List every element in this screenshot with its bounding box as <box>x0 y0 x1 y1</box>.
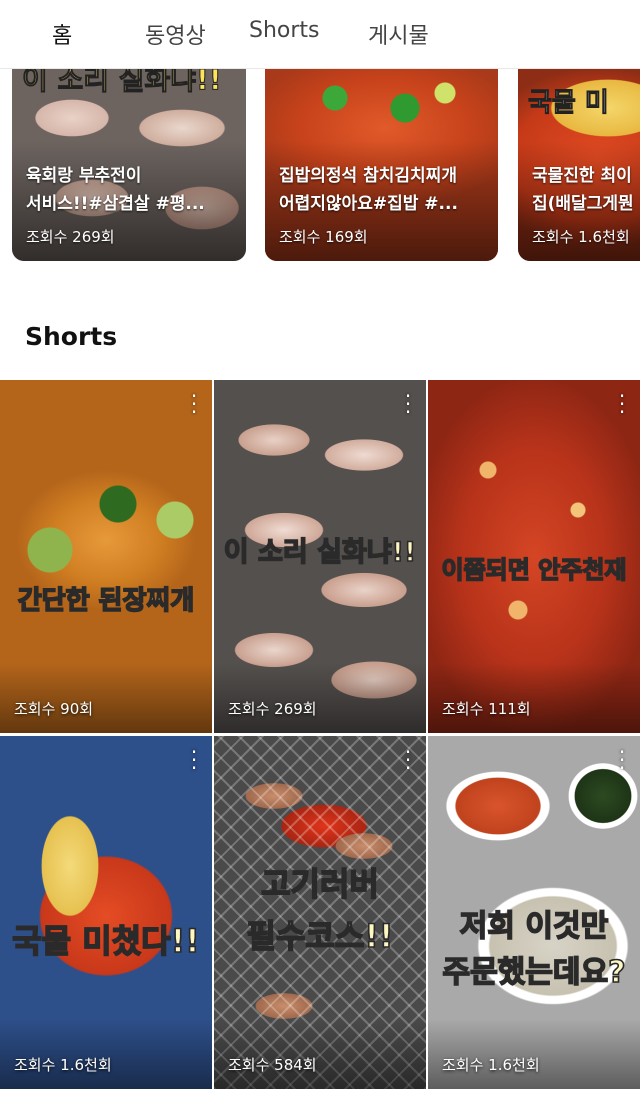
video-title: 국물진한 최이 집(배달그게뭔 <box>532 166 634 214</box>
short-card[interactable]: 간단한 된장찌개 · · · 조회수 90회 <box>0 380 212 733</box>
short-caption: 국물 미쳤다!! <box>11 921 200 961</box>
tab-posts[interactable]: 게시물 <box>368 18 429 50</box>
short-card[interactable]: 국물 미쳤다!! · · · 조회수 1.6천회 <box>0 736 212 1089</box>
tab-shorts[interactable]: Shorts <box>249 18 320 43</box>
video-view-count: 조회수 1.6천회 <box>532 228 630 246</box>
short-caption: 저희 이것만 주문했는데요? <box>442 908 627 991</box>
more-vertical-icon[interactable]: · · · <box>182 742 206 778</box>
tab-home[interactable]: 홈 <box>52 18 72 50</box>
video-title: 육회랑 부추전이 서비스!!#삼겹살 #평... <box>26 166 205 214</box>
more-vertical-icon[interactable]: · · · <box>610 386 634 422</box>
short-card[interactable]: 고기러버 필수코스!! · · · 조회수 584회 <box>214 736 426 1089</box>
video-title: 집밥의정석 참치김치찌개 어렵지않아요#집밥 #... <box>279 166 458 214</box>
short-view-count: 조회수 1.6천회 <box>442 1056 540 1074</box>
thumbnail-overlay-text: 국물 미 <box>528 88 610 119</box>
bottom-divider <box>0 1092 640 1105</box>
short-card[interactable]: 이 소리 실화냐!! · · · 조회수 269회 <box>214 380 426 733</box>
short-card[interactable]: 이쯤되면 안주천재 · · · 조회수 111회 <box>428 380 640 733</box>
video-card[interactable]: 국물 미 국물진한 최이 집(배달그게뭔 조회수 1.6천회 <box>518 68 640 261</box>
short-caption: 간단한 된장찌개 <box>17 585 195 617</box>
short-view-count: 조회수 269회 <box>228 700 317 718</box>
tab-videos[interactable]: 동영상 <box>145 18 206 50</box>
short-view-count: 조회수 584회 <box>228 1056 317 1074</box>
more-vertical-icon[interactable]: · · · <box>610 742 634 778</box>
short-caption: 이 소리 실화냐!! <box>223 536 417 569</box>
more-vertical-icon[interactable]: · · · <box>182 386 206 422</box>
short-caption: 이쯤되면 안주천재 <box>441 555 628 585</box>
channel-tab-bar: 홈 동영상 Shorts 게시물 <box>0 0 640 69</box>
more-vertical-icon[interactable]: · · · <box>396 386 420 422</box>
video-view-count: 조회수 269회 <box>26 228 115 246</box>
short-caption: 고기러버 필수코스!! <box>246 864 395 956</box>
video-view-count: 조회수 169회 <box>279 228 368 246</box>
thumbnail-overlay-text: 이 소리 실화냐!! <box>22 68 223 97</box>
short-card[interactable]: 저희 이것만 주문했는데요? · · · 조회수 1.6천회 <box>428 736 640 1089</box>
short-view-count: 조회수 111회 <box>442 700 531 718</box>
video-card[interactable]: 집밥의정석 참치김치찌개 어렵지않아요#집밥 #... 조회수 169회 <box>265 68 498 261</box>
more-vertical-icon[interactable]: · · · <box>396 742 420 778</box>
section-title: Shorts <box>25 322 118 351</box>
short-view-count: 조회수 90회 <box>14 700 94 718</box>
shorts-grid: 간단한 된장찌개 · · · 조회수 90회 이 소리 실화냐!! · · · 조회수 … <box>0 380 640 1092</box>
video-carousel[interactable]: 이 소리 실화냐!! 육회랑 부추전이 서비스!!#삼겹살 #평... 조회수 … <box>0 68 640 262</box>
video-card[interactable]: 이 소리 실화냐!! 육회랑 부추전이 서비스!!#삼겹살 #평... 조회수 … <box>12 68 246 261</box>
short-view-count: 조회수 1.6천회 <box>14 1056 112 1074</box>
